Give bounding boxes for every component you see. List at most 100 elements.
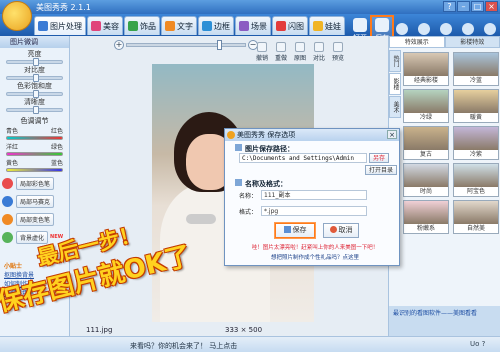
picture-icon [38, 21, 48, 31]
adjust-slider-2[interactable] [6, 90, 63, 98]
tab-label: 图片处理 [50, 21, 82, 31]
folder-icon [235, 144, 242, 151]
tab-3[interactable]: 文字 [161, 16, 197, 35]
local-tool-icon [2, 231, 13, 243]
canvas-tool-4[interactable]: 预览 [330, 42, 346, 62]
zoom-in-icon[interactable]: + [114, 40, 124, 50]
app-title: 美图秀秀 2.1.1 [36, 3, 91, 12]
tab-2[interactable]: 饰品 [124, 16, 160, 35]
zoom-control: + − [114, 40, 258, 50]
effect-thumb-8[interactable]: 粉嫩系 [403, 200, 449, 234]
footer-icons: Uo ? [470, 340, 485, 348]
color-right-label: 蓝色 [50, 160, 63, 167]
category-hot[interactable]: 热门 [389, 50, 401, 72]
footer-icon-1[interactable]: ? [482, 340, 486, 348]
tab-5[interactable]: 场景 [235, 16, 271, 35]
effect-label: 冷紫 [454, 150, 498, 159]
category-art[interactable]: 美术 [389, 96, 401, 118]
effect-thumb-6[interactable]: 时尚 [403, 163, 449, 197]
color-slider-1[interactable] [6, 152, 63, 156]
zoom-knob[interactable] [217, 40, 222, 50]
minimize-button[interactable]: – [457, 1, 470, 12]
slider-knob[interactable] [33, 58, 40, 66]
category-studio[interactable]: 影楼 [389, 73, 401, 95]
dialog-save-button[interactable]: 保存 [274, 222, 316, 239]
dialog-close-button[interactable]: × [387, 130, 397, 139]
slider-knob[interactable] [33, 90, 40, 98]
effect-thumb-2[interactable]: 冷绿 [403, 89, 449, 123]
name-input[interactable]: 111_副本 [261, 190, 367, 200]
footer-message[interactable]: 来看吗？你的机会来了！ 马上点击 [130, 341, 237, 351]
color-left-label: 洋红 [6, 144, 19, 151]
color-right-label: 绿色 [50, 144, 63, 151]
open-folder-button[interactable]: 打开目录 [365, 165, 398, 175]
color-left-label: 黄色 [6, 160, 19, 167]
image-status: 111.jpg 333 × 500 [70, 326, 388, 336]
effect-thumb-0[interactable]: 经典影楼 [403, 52, 449, 86]
canvas-tool-1[interactable]: 重做 [273, 42, 289, 62]
flash-icon [276, 21, 286, 31]
local-tool-icon [2, 213, 13, 225]
effect-label: 冷绿 [404, 113, 448, 122]
tab-0[interactable]: 图片处理 [34, 16, 86, 35]
effect-thumb-5[interactable]: 冷紫 [453, 126, 499, 160]
help-button[interactable]: ? [443, 1, 456, 12]
effect-thumb-3[interactable]: 暖黄 [453, 89, 499, 123]
color-adjust-label: 色调调节 [20, 117, 49, 125]
canvas-tool-icon [333, 42, 343, 52]
effect-preview [454, 164, 498, 187]
adjust-slider-1[interactable] [6, 74, 63, 82]
tab-4[interactable]: 边框 [198, 16, 234, 35]
save-path-field[interactable]: C:\Documents and Settings\Admin [239, 153, 367, 163]
open-icon [353, 18, 367, 32]
effect-label: 暖黄 [454, 113, 498, 122]
color-slider-0[interactable] [6, 136, 63, 140]
local-tool-label: 局部变色笔 [16, 212, 55, 226]
tab-7[interactable]: 娃娃 [309, 16, 345, 35]
canvas-tool-icon [314, 42, 324, 52]
close-button[interactable]: × [485, 1, 498, 12]
window-controls: ? – □ × [443, 1, 498, 12]
tab-6[interactable]: 闪图 [272, 16, 308, 35]
adjust-slider-0[interactable] [6, 58, 63, 66]
adjust-slider-3[interactable] [6, 106, 63, 114]
slider-knob[interactable] [33, 74, 40, 82]
local-tool-0[interactable]: 局部彩色笔 [2, 176, 67, 190]
tab-studio-effects[interactable]: 影楼特效 [444, 36, 500, 48]
effect-thumb-1[interactable]: 冷蓝 [453, 52, 499, 86]
format-select[interactable]: *.jpg [261, 206, 367, 216]
zoom-slider[interactable] [126, 40, 246, 50]
effect-preview [454, 127, 498, 150]
ad-banner[interactable]: 最识别的看图软件——美图看看 [389, 306, 500, 336]
canvas-tool-0[interactable]: 撤销 [254, 42, 270, 62]
tab-effects[interactable]: 特效展示 [389, 36, 445, 48]
color-slider-2[interactable] [6, 168, 63, 172]
edit-tool-icon [418, 23, 430, 35]
canvas-tool-label: 重做 [274, 55, 287, 62]
local-tool-1[interactable]: 局部马赛克 [2, 194, 67, 208]
tab-1[interactable]: 美容 [87, 16, 123, 35]
effect-preview [454, 201, 498, 224]
effect-preview [454, 53, 498, 76]
canvas-tool-icon [276, 42, 286, 52]
dialog-title-bar: 美图秀秀 保存选项 × [225, 129, 399, 141]
footer-icon-0[interactable]: Uo [470, 340, 479, 348]
tips-header: 小贴士 [4, 263, 23, 270]
dialog-cancel-button[interactable]: 取消 [323, 223, 359, 238]
cancel-icon [329, 226, 337, 233]
local-tool-2[interactable]: 局部变色笔 [2, 212, 67, 226]
canvas-tool-3[interactable]: 对比 [311, 42, 327, 62]
slider-knob[interactable] [33, 106, 40, 114]
effect-thumb-9[interactable]: 自然美 [453, 200, 499, 234]
tab-label: 娃娃 [325, 21, 341, 31]
canvas-tools: 撤销 重做 原图 对比 预览 [254, 42, 346, 62]
edit-tool-icon [462, 23, 474, 35]
gift-link[interactable]: 想把照片制作成个性礼品吗？点这里 [235, 253, 395, 261]
effect-thumb-7[interactable]: 阿宝色 [453, 163, 499, 197]
canvas-tool-2[interactable]: 原图 [292, 42, 308, 62]
save-as-button[interactable]: 另存 [369, 153, 390, 163]
effect-thumb-4[interactable]: 复古 [403, 126, 449, 160]
maximize-button[interactable]: □ [471, 1, 484, 12]
color-balance: 青色 红色 洋红 绿色 黄色 蓝色 [0, 126, 69, 172]
name-icon [235, 179, 242, 186]
